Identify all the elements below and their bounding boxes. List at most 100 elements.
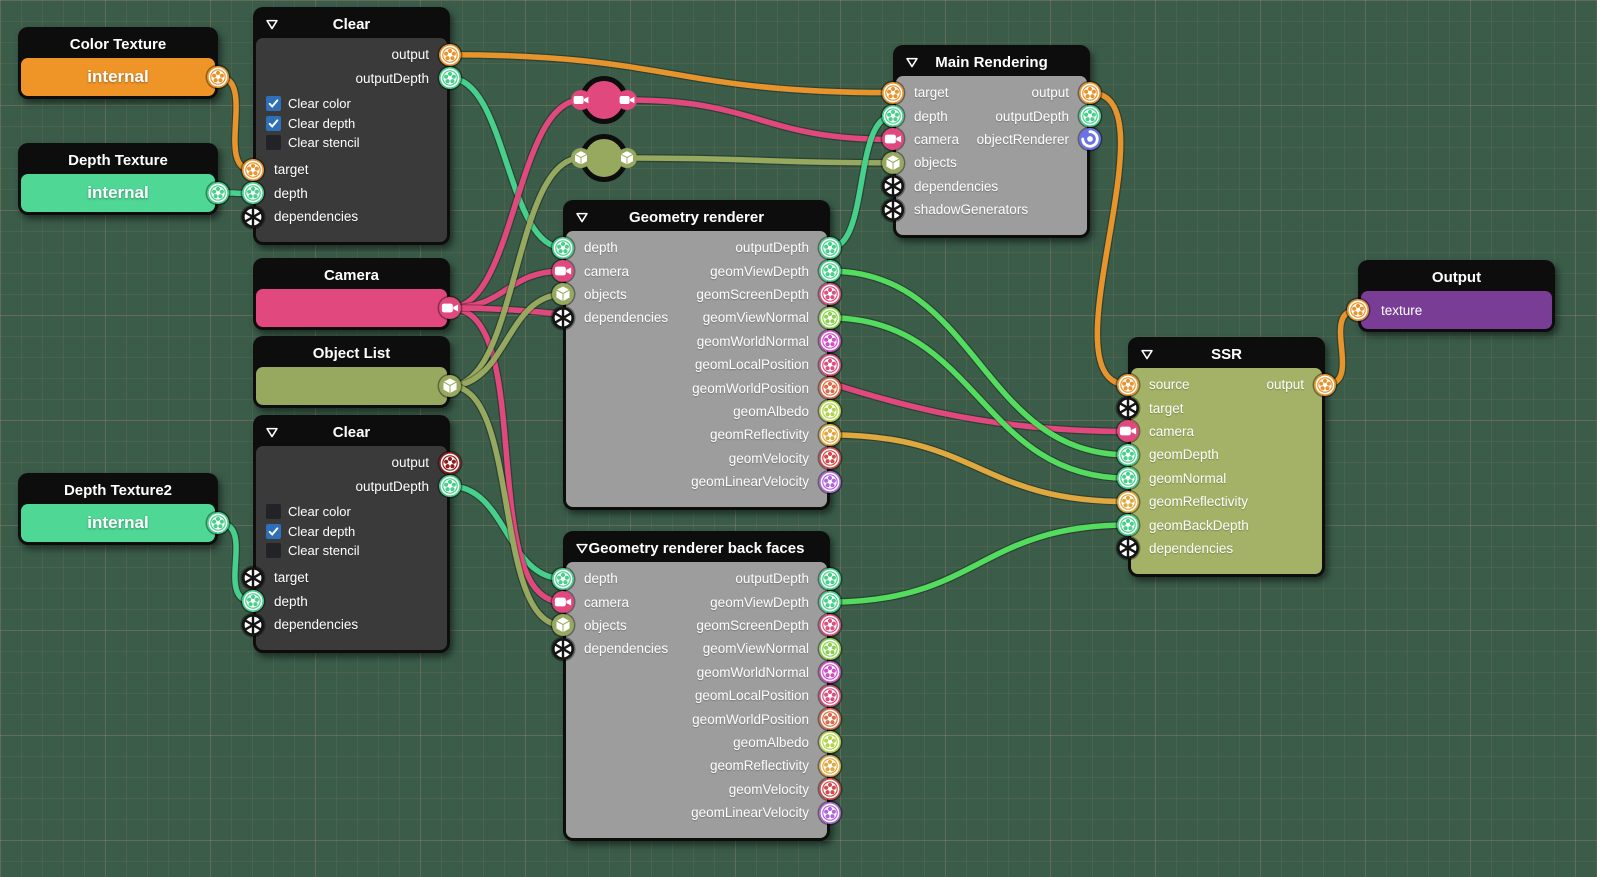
geom-world-normal-port[interactable] xyxy=(818,330,841,353)
depth-input-port[interactable] xyxy=(242,182,264,205)
geom-depth-input-port[interactable] xyxy=(1117,443,1139,466)
collapse-icon[interactable] xyxy=(265,19,279,30)
objects-input-port[interactable] xyxy=(552,614,574,637)
texture-output-port[interactable] xyxy=(207,512,229,534)
node-clear-2[interactable]: Clear output outputDepth Clear color Cle… xyxy=(242,415,461,654)
clear-stencil-checkbox[interactable] xyxy=(266,543,281,559)
depth-input-port[interactable] xyxy=(242,590,264,613)
camera-input-port[interactable] xyxy=(552,591,574,614)
output-port[interactable] xyxy=(1078,81,1101,104)
node-graph-canvas[interactable]: Color Texture internal Depth Texture int… xyxy=(0,0,1597,877)
output-depth-port[interactable] xyxy=(439,67,461,90)
dependencies-input-port[interactable] xyxy=(242,205,264,228)
depth-input-port[interactable] xyxy=(552,567,574,590)
clear-depth-checkbox[interactable] xyxy=(266,115,281,131)
geom-velocity-port[interactable] xyxy=(818,778,841,801)
clear-color-checkbox[interactable] xyxy=(266,504,281,520)
node-object-list[interactable]: Object List xyxy=(253,336,461,408)
shadow-generators-input-port[interactable] xyxy=(882,198,904,221)
node-depth-texture[interactable]: Depth Texture internal xyxy=(18,143,229,215)
output-port[interactable] xyxy=(1313,373,1336,396)
wire-backfaces.geomViewDepth-to-ssr.geomBackDepth[interactable] xyxy=(827,522,1131,605)
geom-world-position-port[interactable] xyxy=(818,377,841,400)
output-depth-port[interactable] xyxy=(1078,105,1101,128)
dependencies-input-port[interactable] xyxy=(1117,537,1139,560)
node-clear-1[interactable]: Clear output outputDepth Clear color Cle… xyxy=(242,7,461,246)
geom-view-normal-port[interactable] xyxy=(818,637,841,660)
texture-output-port[interactable] xyxy=(207,66,229,88)
node-ssr[interactable]: SSR source target camera geomDepth geomN… xyxy=(1117,337,1336,578)
objects-input-port[interactable] xyxy=(882,151,904,174)
target-input-port[interactable] xyxy=(1117,397,1139,420)
geom-screen-depth-port[interactable] xyxy=(818,614,841,637)
geom-screen-depth-port[interactable] xyxy=(818,283,841,306)
dependencies-input-port[interactable] xyxy=(242,613,264,636)
clear-stencil-checkbox[interactable] xyxy=(266,135,281,151)
node-main-rendering[interactable]: Main Rendering target depth camera objec… xyxy=(882,45,1101,239)
objects-output-port[interactable] xyxy=(439,375,461,397)
collapse-icon[interactable] xyxy=(265,427,279,438)
clear-color-checkbox[interactable] xyxy=(266,96,281,112)
collapse-icon[interactable] xyxy=(905,57,919,68)
node-camera[interactable]: Camera xyxy=(253,258,461,330)
geom-albedo-port[interactable] xyxy=(818,731,841,754)
dependencies-input-port[interactable] xyxy=(882,175,904,198)
clear-depth-checkbox[interactable] xyxy=(266,523,281,539)
geom-albedo-port[interactable] xyxy=(818,400,841,423)
objects-elbow-node[interactable] xyxy=(571,134,637,182)
output-depth-port[interactable] xyxy=(439,475,461,498)
depth-input-port[interactable] xyxy=(882,105,904,128)
texture-output-port[interactable] xyxy=(207,182,229,204)
target-input-port[interactable] xyxy=(242,158,264,181)
camera-elbow-input-port[interactable] xyxy=(571,90,591,110)
target-input-port[interactable] xyxy=(882,81,904,104)
wire-elbowCam.out-to-main.camera[interactable] xyxy=(624,97,896,143)
collapse-icon[interactable] xyxy=(575,543,589,554)
camera-elbow-output-port[interactable] xyxy=(617,90,637,110)
geom-reflectivity-port[interactable] xyxy=(818,754,841,777)
geom-reflectivity-input-port[interactable] xyxy=(1117,490,1139,513)
output-port[interactable] xyxy=(439,451,461,474)
collapse-icon[interactable] xyxy=(575,212,589,223)
node-output[interactable]: Output texture xyxy=(1347,260,1555,332)
camera-input-port[interactable] xyxy=(882,128,904,151)
node-geometry-renderer-back-faces[interactable]: Geometry renderer back faces depth camer… xyxy=(552,531,841,842)
object-renderer-port[interactable] xyxy=(1078,128,1101,151)
camera-input-port[interactable] xyxy=(552,260,574,283)
geom-local-position-port[interactable] xyxy=(818,684,841,707)
wire-clear1.output-to-main.target[interactable] xyxy=(447,51,896,96)
node-geometry-renderer[interactable]: Geometry renderer depth camera objects d… xyxy=(552,200,841,511)
source-input-port[interactable] xyxy=(1117,373,1139,396)
output-depth-port[interactable] xyxy=(818,567,841,590)
output-depth-port[interactable] xyxy=(818,236,841,259)
node-depth-texture2[interactable]: Depth Texture2 internal xyxy=(18,473,229,545)
geom-view-depth-port[interactable] xyxy=(818,260,841,283)
camera-output-port[interactable] xyxy=(439,297,461,319)
output-port[interactable] xyxy=(439,43,461,66)
objects-elbow-output-port[interactable] xyxy=(617,148,637,168)
depth-input-port[interactable] xyxy=(552,236,574,259)
geom-world-normal-port[interactable] xyxy=(818,661,841,684)
geom-world-position-port[interactable] xyxy=(818,708,841,731)
geom-linear-velocity-port[interactable] xyxy=(818,801,841,824)
objects-elbow-input-port[interactable] xyxy=(571,148,591,168)
objects-input-port[interactable] xyxy=(552,283,574,306)
geom-normal-input-port[interactable] xyxy=(1117,467,1139,490)
camera-elbow-node[interactable] xyxy=(571,76,637,124)
geom-view-normal-port[interactable] xyxy=(818,306,841,329)
wire-colorTexture.internal-to-clear1.target[interactable] xyxy=(215,74,256,173)
dependencies-input-port[interactable] xyxy=(552,306,574,329)
target-input-port[interactable] xyxy=(242,566,264,589)
node-color-texture[interactable]: Color Texture internal xyxy=(18,27,229,99)
wire-camera.output-to-backfaces.camera[interactable] xyxy=(447,305,566,605)
texture-input-port[interactable] xyxy=(1347,299,1369,321)
collapse-icon[interactable] xyxy=(1140,349,1154,360)
dependencies-input-port[interactable] xyxy=(552,637,574,660)
geom-local-position-port[interactable] xyxy=(818,353,841,376)
geom-linear-velocity-port[interactable] xyxy=(818,470,841,493)
geom-reflectivity-port[interactable] xyxy=(818,423,841,446)
camera-input-port[interactable] xyxy=(1117,420,1139,443)
geom-view-depth-port[interactable] xyxy=(818,591,841,614)
geom-velocity-port[interactable] xyxy=(818,447,841,470)
geom-back-depth-input-port[interactable] xyxy=(1117,514,1139,537)
